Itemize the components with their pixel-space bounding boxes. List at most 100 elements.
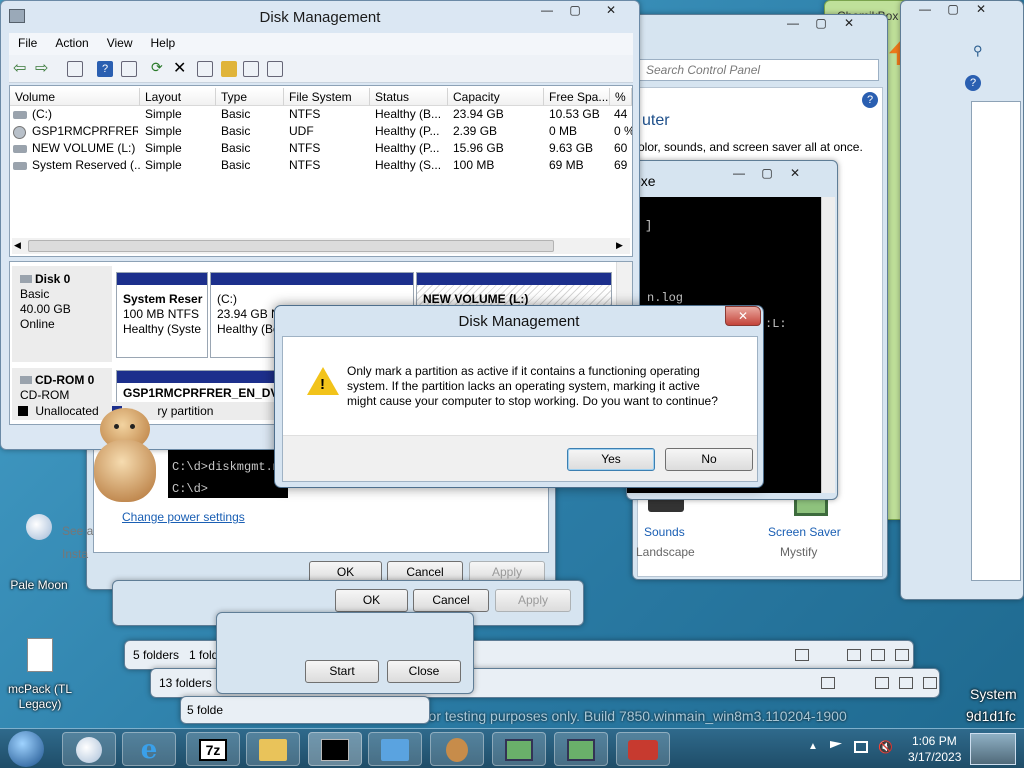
menu-help[interactable]: Help	[142, 33, 185, 55]
col-percent-free[interactable]: % F	[610, 88, 632, 106]
help-icon[interactable]: ?	[965, 75, 981, 91]
tray-show-hidden-icon[interactable]: ▲	[808, 741, 818, 752]
view-details-icon[interactable]	[795, 649, 809, 661]
sounds-link[interactable]: Sounds	[644, 525, 685, 539]
minimize-icon[interactable]: —	[725, 165, 753, 182]
delete-icon[interactable]: ✕	[173, 58, 189, 77]
taskbar-palemoon[interactable]	[62, 732, 116, 766]
close-icon[interactable]: ✕	[589, 2, 633, 19]
table-row[interactable]: (C:) Simple Basic NTFS Healthy (B... 23.94…	[10, 107, 632, 124]
check-icon[interactable]	[197, 61, 213, 77]
scroll-left-icon[interactable]: ◀	[14, 240, 21, 251]
refresh-icon[interactable]: ⟳	[151, 59, 167, 75]
tray-network-icon[interactable]	[854, 741, 868, 753]
table-row[interactable]: System Reserved (... Simple Basic NTFS Hea…	[10, 158, 632, 175]
view-tiles-icon[interactable]	[847, 649, 861, 661]
col-capacity[interactable]: Capacity	[448, 88, 544, 106]
col-file-system[interactable]: File System	[284, 88, 370, 106]
explorer-window-right[interactable]: — ▢ ✕ ⚲ ?	[900, 0, 1024, 600]
scroll-right-icon[interactable]: ▶	[616, 240, 623, 251]
no-button[interactable]: No	[665, 448, 753, 471]
col-free-space[interactable]: Free Spa...	[544, 88, 610, 106]
horizontal-scrollbar[interactable]: ◀ ▶	[12, 238, 630, 254]
taskbar-monitor-2[interactable]	[554, 732, 608, 766]
taskbar-monitor-1[interactable]	[492, 732, 546, 766]
menu-file[interactable]: File	[9, 33, 46, 55]
partition-system-reserved[interactable]: System Reser 100 MB NTFS Healthy (Syste	[116, 272, 208, 358]
taskbar-ie[interactable]: e	[122, 732, 176, 766]
col-layout[interactable]: Layout	[140, 88, 216, 106]
clock-date[interactable]: 3/17/2023	[908, 750, 961, 764]
explorer1-status: 5 folders	[133, 648, 180, 662]
change-power-settings-link[interactable]: Change power settings	[122, 510, 245, 524]
help-book-icon[interactable]: ?	[97, 61, 113, 77]
disk0-label[interactable]: Disk 0 Basic 40.00 GB Online	[12, 266, 112, 362]
view-tiles-icon[interactable]	[875, 677, 889, 689]
table-row[interactable]: NEW VOLUME (L:) Simple Basic NTFS Healthy …	[10, 141, 632, 158]
clock-time[interactable]: 1:06 PM	[912, 734, 957, 748]
dialog-footer: Yes No	[283, 435, 757, 481]
view-large-icon[interactable]	[871, 649, 885, 661]
cmd-diskmgmt-console[interactable]: C:\d>diskmgmt.msc C:\d>	[168, 448, 294, 498]
col-status[interactable]: Status	[370, 88, 448, 106]
table-row[interactable]: GSP1RMCPRFRER_... SimpleBasic UDFHealthy…	[10, 124, 632, 141]
help-icon[interactable]: ?	[862, 92, 878, 108]
menu-view[interactable]: View	[98, 33, 142, 55]
screensaver-subtitle: Mystify	[780, 545, 818, 559]
taskbar-control-panel[interactable]	[368, 732, 422, 766]
show-desktop-button[interactable]	[970, 733, 1016, 765]
close-icon[interactable]: ✕	[967, 1, 995, 18]
minimize-icon[interactable]: —	[911, 1, 939, 18]
power2-ok-button[interactable]: OK	[335, 589, 408, 612]
properties-icon[interactable]	[121, 61, 137, 77]
maximize-icon[interactable]: ▢	[753, 165, 781, 182]
cmd-scrollbar[interactable]	[821, 197, 835, 493]
taskbar-chomikbox[interactable]	[430, 732, 484, 766]
maximize-icon[interactable]: ▢	[807, 15, 835, 32]
col-type[interactable]: Type	[216, 88, 284, 106]
screensaver-link[interactable]: Screen Saver	[768, 525, 841, 539]
start-button[interactable]: Start	[305, 660, 379, 683]
ie-icon: e	[140, 735, 158, 765]
scroll-thumb[interactable]	[28, 240, 554, 252]
yes-button[interactable]: Yes	[567, 448, 655, 471]
minimize-icon[interactable]: —	[533, 2, 561, 19]
taskbar-7zip[interactable]: 7z	[186, 732, 240, 766]
hamster-mascot-image	[86, 400, 166, 506]
explorer-window-3[interactable]: 5 folde	[180, 696, 430, 724]
explore-icon[interactable]	[243, 61, 259, 77]
dialog-close-button[interactable]: ✕	[725, 306, 761, 326]
ssd-window[interactable]: Start Close	[216, 612, 474, 694]
open-folder-icon[interactable]	[221, 61, 237, 77]
menu-action[interactable]: Action	[46, 33, 97, 55]
view-large-icon[interactable]	[899, 677, 913, 689]
close-icon[interactable]: ✕	[781, 165, 809, 182]
disc-icon	[13, 126, 26, 139]
maximize-icon[interactable]: ▢	[939, 1, 967, 18]
properties-sheet-icon[interactable]	[267, 61, 283, 77]
console-tree-icon[interactable]	[67, 61, 83, 77]
view-list-icon[interactable]	[923, 677, 937, 689]
forward-arrow-icon[interactable]: ⇨	[35, 58, 51, 77]
minimize-icon[interactable]: —	[779, 15, 807, 32]
maximize-icon[interactable]: ▢	[561, 2, 589, 19]
close-icon[interactable]: ✕	[835, 15, 863, 32]
taskbar-toolbox[interactable]	[616, 732, 670, 766]
tray-flag-icon[interactable]	[830, 741, 842, 749]
tray-volume-icon[interactable]: 🔇	[878, 740, 893, 754]
view-list-icon[interactable]	[895, 649, 909, 661]
power2-apply-button[interactable]: Apply	[495, 589, 571, 612]
confirm-active-partition-dialog[interactable]: Disk Management ✕ ! Only mark a partitio…	[274, 305, 764, 488]
cp-search-input[interactable]: Search Control Panel	[639, 59, 879, 81]
close-button[interactable]: Close	[387, 660, 461, 683]
taskbar-explorer[interactable]	[246, 732, 300, 766]
desktop-icon-mcpack[interactable]: mcPack (TL Legacy)	[2, 636, 78, 716]
toolbar: ⇦ ⇨ ? ⟳ ✕	[9, 55, 633, 83]
power2-cancel-button[interactable]: Cancel	[413, 589, 489, 612]
search-icon[interactable]: ⚲	[973, 43, 989, 59]
view-details-icon[interactable]	[821, 677, 835, 689]
col-volume[interactable]: Volume	[10, 88, 140, 106]
start-orb-icon[interactable]	[8, 731, 44, 767]
back-arrow-icon[interactable]: ⇦	[13, 58, 29, 77]
taskbar-cmd[interactable]	[308, 732, 362, 766]
